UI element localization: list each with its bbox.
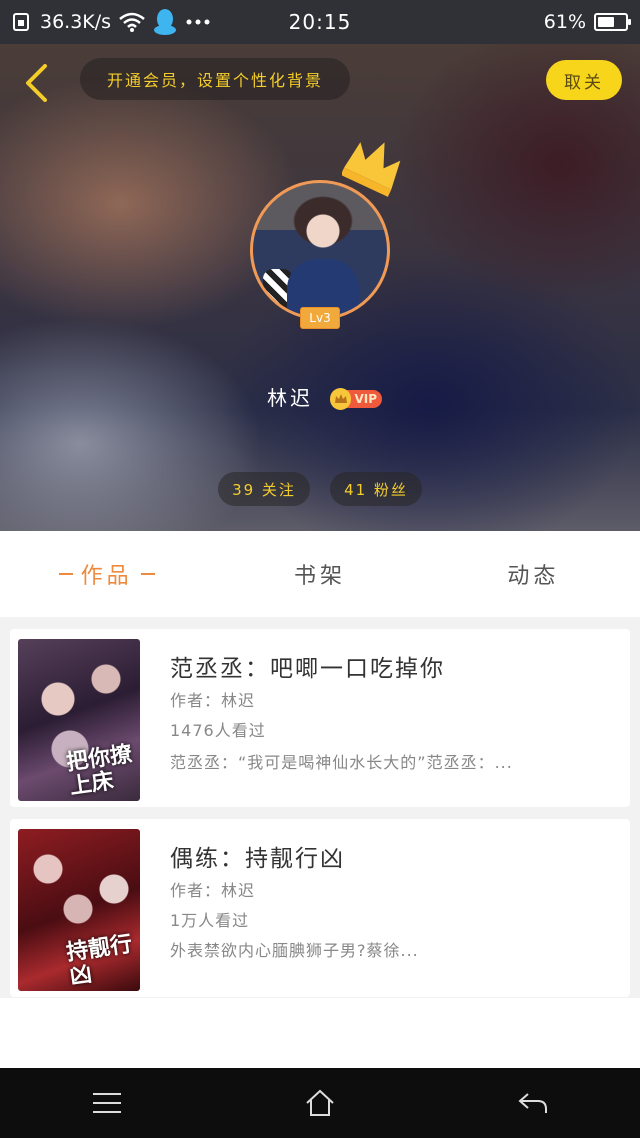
book-views: 1476人看过	[170, 721, 266, 740]
book-card[interactable]: 把你撩上床 范丞丞：吧唧一口吃掉你 作者：林迟 1476人看过 范丞丞：“我可是…	[10, 629, 630, 807]
book-title: 范丞丞：吧唧一口吃掉你	[170, 656, 445, 682]
book-cover: 持靓行凶	[18, 829, 140, 991]
back-nav-button[interactable]	[503, 1073, 563, 1133]
profile-header: 开通会员，设置个性化背景 取关 Lv3 林迟 VIP 39 关注 41 粉丝	[0, 44, 640, 531]
book-description: 范丞丞：“我可是喝神仙水长大的”范丞丞：...	[170, 753, 513, 772]
book-description: 外表禁欲内心腼腆狮子男?蔡徐...	[170, 941, 419, 960]
system-nav-bar	[0, 1068, 640, 1138]
tab-indicator	[140, 573, 155, 575]
profile-tabs: 作品 书架 动态	[0, 531, 640, 617]
net-speed: 36.3K/s	[40, 11, 112, 33]
unfollow-button[interactable]: 取关	[546, 60, 622, 100]
book-author: 作者：林迟	[170, 881, 256, 900]
book-title: 偶练：持靓行凶	[170, 846, 345, 872]
book-views: 1万人看过	[170, 911, 250, 930]
book-cover: 把你撩上床	[18, 639, 140, 801]
avatar[interactable]	[250, 180, 390, 320]
more-dots-icon	[185, 18, 211, 26]
vip-banner[interactable]: 开通会员，设置个性化背景	[80, 58, 350, 100]
sim-icon	[12, 12, 32, 32]
back-arrow-icon	[518, 1093, 548, 1113]
chevron-left-icon	[26, 64, 47, 102]
menu-icon	[92, 1093, 121, 1113]
cover-title: 持靓行凶	[64, 931, 134, 990]
battery-icon	[594, 13, 631, 31]
status-left: 36.3K/s	[12, 8, 272, 36]
tab-bookshelf[interactable]: 书架	[213, 531, 426, 617]
book-card[interactable]: 持靓行凶 偶练：持靓行凶 作者：林迟 1万人看过 外表禁欲内心腼腆狮子男?蔡徐.…	[10, 819, 630, 997]
book-author: 作者：林迟	[170, 691, 256, 710]
battery-level	[598, 17, 614, 27]
tab-label: 书架	[293, 564, 346, 589]
following-count[interactable]: 39 关注	[218, 472, 310, 506]
home-button[interactable]	[290, 1073, 350, 1133]
qq-icon	[153, 8, 177, 36]
menu-button[interactable]	[77, 1073, 137, 1133]
wifi-icon	[119, 12, 145, 32]
tab-label: 作品	[80, 564, 133, 589]
username: 林迟	[267, 386, 313, 410]
tab-indicator	[58, 573, 73, 575]
followers-count[interactable]: 41 粉丝	[330, 472, 422, 506]
tab-label: 动态	[507, 564, 560, 589]
tab-works[interactable]: 作品	[0, 531, 213, 617]
back-button[interactable]	[18, 62, 54, 104]
status-bar: 36.3K/s 20:15 61%	[0, 0, 640, 44]
list-footer	[0, 998, 640, 1068]
home-icon	[306, 1089, 334, 1116]
cover-title: 把你撩上床	[64, 741, 134, 800]
status-right: 61%	[368, 11, 631, 33]
battery-percent: 61%	[543, 11, 586, 33]
clock: 20:15	[288, 10, 352, 34]
vip-badge: VIP	[330, 388, 382, 410]
tab-activity[interactable]: 动态	[427, 531, 640, 617]
level-badge: Lv3	[300, 307, 340, 329]
